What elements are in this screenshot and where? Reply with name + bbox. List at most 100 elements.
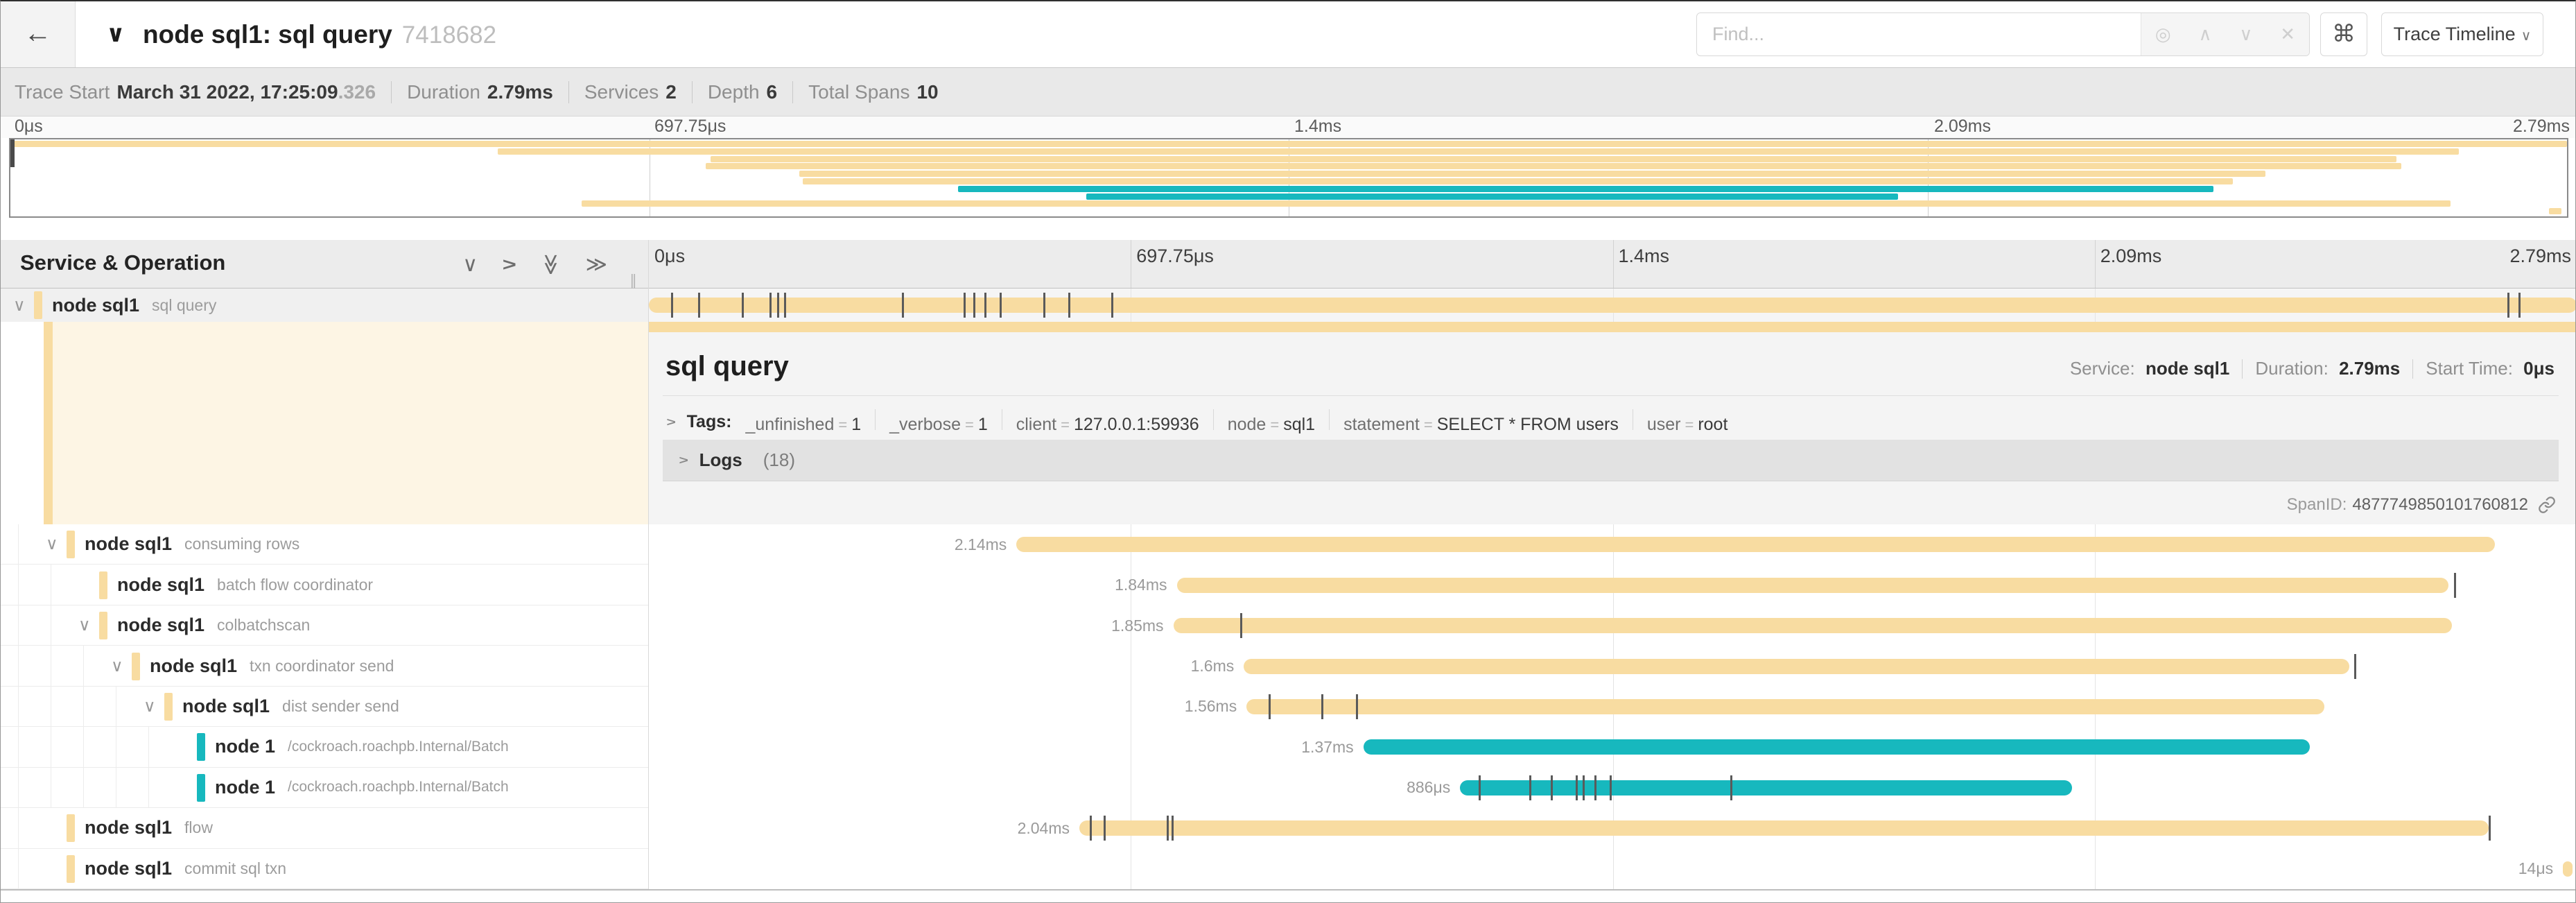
- service-name: node sql1: [85, 817, 172, 839]
- span-bar[interactable]: [1246, 699, 2324, 714]
- match-locate-icon[interactable]: ◎: [2155, 24, 2171, 45]
- back-button[interactable]: ←: [1, 1, 76, 67]
- collapse-all-icon[interactable]: ≫: [539, 253, 563, 275]
- span-bar-row[interactable]: [649, 289, 2576, 322]
- span-bar-row[interactable]: 886μs: [649, 768, 2576, 808]
- span-bar-row[interactable]: 1.85ms: [649, 605, 2576, 646]
- tree-row[interactable]: ∨node sql1consuming rows: [1, 524, 649, 565]
- log-tick: [2354, 654, 2356, 679]
- span-detail-meta: Service: node sql1Duration: 2.79msStart …: [2070, 358, 2555, 379]
- clear-search-icon[interactable]: ✕: [2280, 24, 2295, 45]
- ruler-tick-label: 1.4ms: [1619, 246, 1670, 267]
- keyboard-shortcuts-button[interactable]: ⌘: [2320, 12, 2367, 56]
- span-id-row: SpanID: 4877749850101760812: [2287, 492, 2556, 517]
- tree-row[interactable]: node sql1flow: [1, 808, 649, 848]
- trace-info-item: Trace StartMarch 31 2022, 17:25:09.326: [15, 81, 376, 103]
- tree-row[interactable]: ∨node sql1colbatchscan: [1, 605, 649, 646]
- trace-minimap[interactable]: [9, 138, 2568, 218]
- next-match-icon[interactable]: ∨: [2239, 24, 2252, 45]
- logs-accordion[interactable]: ∨ Logs (18): [663, 440, 2559, 481]
- tag-item: client=127.0.0.1:59936: [1016, 415, 1199, 434]
- expand-chevron-icon[interactable]: ∨: [78, 605, 91, 645]
- operation-name: /cockroach.roachpb.Internal/Batch: [288, 739, 509, 755]
- minimap-span-bar: [711, 156, 2396, 162]
- tree-row[interactable]: node 1/cockroach.roachpb.Internal/Batch: [1, 768, 649, 808]
- span-bar[interactable]: [1174, 618, 2452, 633]
- minimap-span-bar: [706, 163, 2401, 169]
- log-tick: [742, 293, 744, 318]
- tree-row[interactable]: node sql1commit sql txn: [1, 849, 649, 889]
- service-name: node sql1: [117, 614, 204, 636]
- copy-link-icon[interactable]: [2538, 496, 2556, 514]
- span-bar[interactable]: [649, 298, 2576, 313]
- service-color-bar: [99, 571, 107, 599]
- tag-item: statement=SELECT * FROM users: [1343, 415, 1619, 434]
- tag-item: _verbose=1: [889, 415, 988, 434]
- expand-all-icon[interactable]: ≫: [586, 252, 607, 277]
- span-bar-row[interactable]: 2.14ms: [649, 524, 2576, 565]
- log-tick: [1479, 775, 1481, 800]
- span-detail-left-cell: [1, 322, 648, 524]
- trace-info-item: Total Spans10: [808, 81, 938, 103]
- log-tick: [1043, 293, 1045, 318]
- collapse-trace-chevron-icon[interactable]: ∨: [106, 1, 125, 67]
- expand-chevron-icon[interactable]: ∨: [13, 289, 26, 322]
- prev-match-icon[interactable]: ∧: [2198, 24, 2211, 45]
- collapse-one-icon[interactable]: ∨: [462, 252, 478, 277]
- log-tick: [698, 293, 700, 318]
- span-bar[interactable]: [2563, 861, 2573, 877]
- log-tick: [1104, 816, 1106, 841]
- span-bar-row[interactable]: 1.84ms: [649, 565, 2576, 605]
- minimap-drag-handle[interactable]: [10, 139, 15, 167]
- service-color-bar: [132, 653, 140, 680]
- span-bar-row[interactable]: 2.04ms: [649, 808, 2576, 848]
- span-bar-row[interactable]: 1.37ms: [649, 727, 2576, 767]
- log-tick: [1167, 816, 1169, 841]
- expand-chevron-icon[interactable]: ∨: [111, 646, 123, 685]
- chevron-right-icon: ∨: [675, 455, 692, 465]
- span-bar-row[interactable]: 14μs: [649, 849, 2576, 889]
- tree-row[interactable]: node 1/cockroach.roachpb.Internal/Batch: [1, 727, 649, 767]
- log-tick: [769, 293, 772, 318]
- span-bar[interactable]: [1364, 739, 2310, 755]
- expand-chevron-icon[interactable]: ∨: [46, 524, 58, 564]
- span-bar-row[interactable]: 1.56ms: [649, 687, 2576, 727]
- service-color-bar: [67, 814, 75, 842]
- page-title: node sql1: sql query7418682: [143, 1, 496, 67]
- log-tick: [2507, 293, 2509, 318]
- service-name: node sql1: [85, 858, 172, 879]
- log-tick: [984, 293, 986, 318]
- find-input[interactable]: [1697, 13, 2141, 55]
- expand-chevron-icon[interactable]: ∨: [143, 687, 156, 726]
- minimap-span-bar: [2549, 208, 2562, 214]
- log-tick: [1240, 613, 1242, 638]
- span-bar[interactable]: [1079, 820, 2489, 836]
- find-box: ◎ ∧ ∨ ✕: [1696, 12, 2310, 56]
- log-tick: [1111, 293, 1113, 318]
- column-resize-grip[interactable]: ∥: [629, 272, 639, 290]
- span-bar[interactable]: [1177, 578, 2448, 593]
- span-duration-label: 1.6ms: [1191, 646, 1235, 686]
- span-bar-row[interactable]: 1.6ms: [649, 646, 2576, 686]
- span-duration-label: 14μs: [2518, 849, 2553, 889]
- log-tick: [1730, 775, 1732, 800]
- tree-row[interactable]: node sql1batch flow coordinator: [1, 565, 649, 605]
- span-bar[interactable]: [1016, 537, 2495, 552]
- expand-one-icon[interactable]: ∨: [497, 257, 521, 272]
- log-tick: [1529, 775, 1531, 800]
- log-tick: [1583, 775, 1585, 800]
- tags-accordion[interactable]: ∨ Tags: _unfinished=1_verbose=1client=12…: [665, 408, 2559, 436]
- log-tick: [902, 293, 904, 318]
- service-name: node sql1: [85, 533, 172, 555]
- log-tick: [1000, 293, 1002, 318]
- tree-row[interactable]: ∨node sql1txn coordinator send: [1, 646, 649, 686]
- trace-view-selector[interactable]: Trace Timeline∨: [2381, 12, 2543, 56]
- operation-name: txn coordinator send: [250, 657, 394, 676]
- log-tick: [973, 293, 975, 318]
- operation-name: dist sender send: [282, 697, 399, 716]
- span-bar[interactable]: [1244, 659, 2349, 674]
- tree-row[interactable]: ∨node sql1sql query: [1, 289, 649, 322]
- ruler-tick-label: 697.75μs: [1136, 246, 1214, 267]
- log-tick: [2454, 573, 2456, 598]
- tree-row[interactable]: ∨node sql1dist sender send: [1, 687, 649, 727]
